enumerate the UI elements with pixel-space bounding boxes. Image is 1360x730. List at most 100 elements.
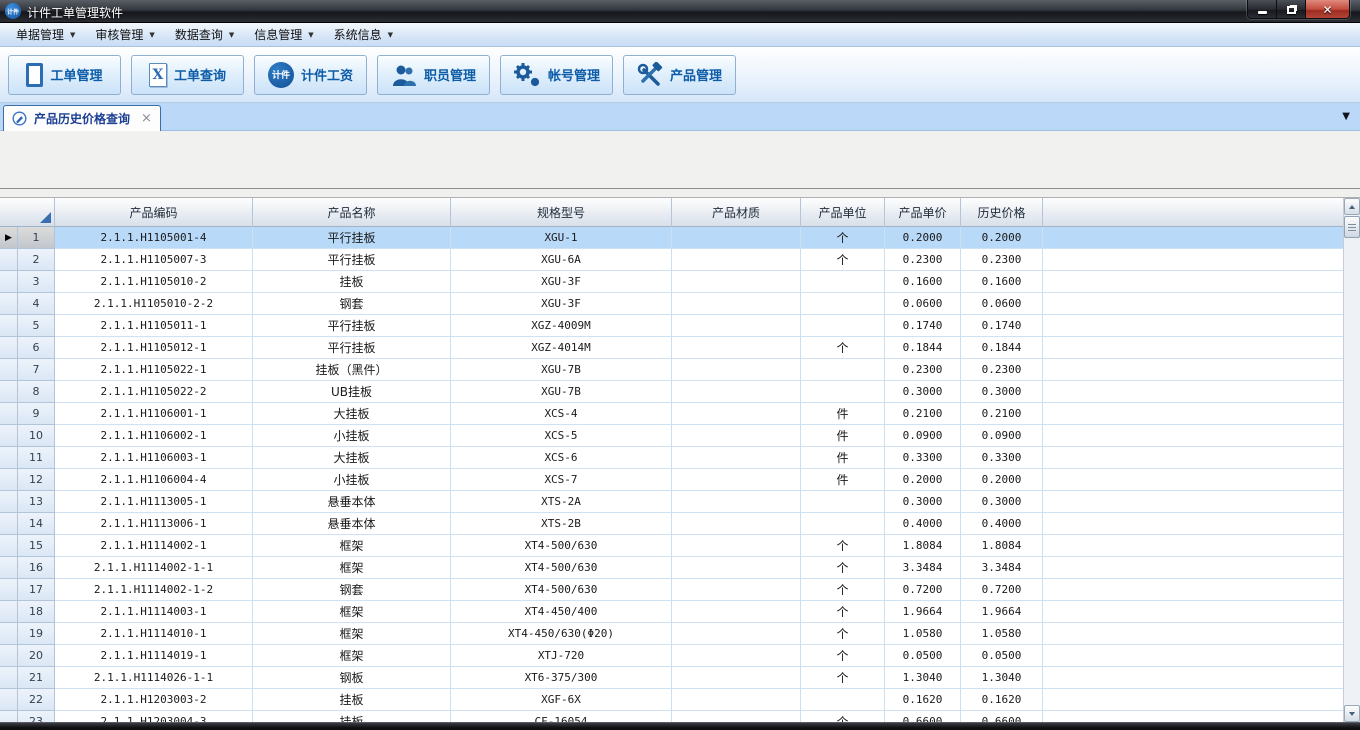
product-manage-button[interactable]: 产品管理 xyxy=(623,55,736,95)
cell-material[interactable] xyxy=(672,249,801,271)
workorder-manage-button[interactable]: 工单管理 xyxy=(8,55,121,95)
cell-material[interactable] xyxy=(672,293,801,315)
cell-material[interactable] xyxy=(672,315,801,337)
cell-product-name[interactable]: 框架 xyxy=(253,601,451,623)
cell-product-name[interactable]: 平行挂板 xyxy=(253,337,451,359)
row-number[interactable]: 4 xyxy=(18,293,55,315)
cell-unit[interactable]: 个 xyxy=(801,667,885,689)
cell-product-name[interactable]: 小挂板 xyxy=(253,469,451,491)
cell-history-price[interactable]: 1.8084 xyxy=(961,535,1043,557)
row-number[interactable]: 12 xyxy=(18,469,55,491)
cell-material[interactable] xyxy=(672,469,801,491)
cell-product-code[interactable]: 2.1.1.H1114026-1-1 xyxy=(55,667,253,689)
row-number[interactable]: 16 xyxy=(18,557,55,579)
cell-unit-price[interactable]: 0.4000 xyxy=(885,513,961,535)
menu-item[interactable]: 数据查询 ▼ xyxy=(165,23,244,46)
cell-spec-model[interactable]: XCS-4 xyxy=(451,403,672,425)
cell-spec-model[interactable]: XGU-3F xyxy=(451,293,672,315)
row-number[interactable]: 22 xyxy=(18,689,55,711)
cell-product-name[interactable]: 挂板（黑件） xyxy=(253,359,451,381)
cell-product-name[interactable]: 钢板 xyxy=(253,667,451,689)
cell-unit-price[interactable]: 0.0900 xyxy=(885,425,961,447)
piecework-wage-button[interactable]: 计件 计件工资 xyxy=(254,55,367,95)
table-row[interactable]: 10 2.1.1.H1106002-1 小挂板 XCS-5 件 0.0900 0… xyxy=(0,425,1343,447)
cell-unit[interactable] xyxy=(801,315,885,337)
row-number[interactable]: 3 xyxy=(18,271,55,293)
cell-unit[interactable]: 个 xyxy=(801,645,885,667)
cell-product-name[interactable]: 平行挂板 xyxy=(253,227,451,249)
cell-unit[interactable]: 个 xyxy=(801,623,885,645)
cell-unit[interactable]: 个 xyxy=(801,557,885,579)
grid-corner-cell[interactable] xyxy=(0,198,55,227)
account-manage-button[interactable]: 帐号管理 xyxy=(500,55,613,95)
cell-spec-model[interactable]: XGU-7B xyxy=(451,381,672,403)
cell-unit-price[interactable]: 0.1600 xyxy=(885,271,961,293)
cell-history-price[interactable]: 0.2300 xyxy=(961,359,1043,381)
cell-spec-model[interactable]: XCS-5 xyxy=(451,425,672,447)
column-header-price[interactable]: 产品单价 xyxy=(885,198,961,227)
cell-unit[interactable] xyxy=(801,513,885,535)
cell-unit-price[interactable]: 0.3300 xyxy=(885,447,961,469)
cell-material[interactable] xyxy=(672,579,801,601)
tab-product-history-price[interactable]: 产品历史价格查询 × xyxy=(3,105,161,131)
row-number[interactable]: 2 xyxy=(18,249,55,271)
cell-material[interactable] xyxy=(672,381,801,403)
scrollbar-thumb[interactable] xyxy=(1344,216,1360,238)
table-row[interactable]: 22 2.1.1.H1203003-2 挂板 XGF-6X 0.1620 0.1… xyxy=(0,689,1343,711)
menu-item[interactable]: 审核管理 ▼ xyxy=(85,23,164,46)
cell-unit[interactable] xyxy=(801,271,885,293)
cell-spec-model[interactable]: XCS-6 xyxy=(451,447,672,469)
cell-material[interactable] xyxy=(672,601,801,623)
row-number[interactable]: 23 xyxy=(18,711,55,722)
cell-unit-price[interactable]: 0.1620 xyxy=(885,689,961,711)
cell-product-name[interactable]: 框架 xyxy=(253,623,451,645)
cell-history-price[interactable]: 0.1740 xyxy=(961,315,1043,337)
cell-unit[interactable]: 件 xyxy=(801,403,885,425)
cell-unit-price[interactable]: 0.6600 xyxy=(885,711,961,722)
table-row[interactable]: 11 2.1.1.H1106003-1 大挂板 XCS-6 件 0.3300 0… xyxy=(0,447,1343,469)
cell-product-name[interactable]: 框架 xyxy=(253,645,451,667)
cell-material[interactable] xyxy=(672,689,801,711)
cell-history-price[interactable]: 0.6600 xyxy=(961,711,1043,722)
cell-history-price[interactable]: 0.1844 xyxy=(961,337,1043,359)
cell-unit[interactable]: 个 xyxy=(801,227,885,249)
table-row[interactable]: 15 2.1.1.H1114002-1 框架 XT4-500/630 个 1.8… xyxy=(0,535,1343,557)
table-row[interactable]: 9 2.1.1.H1106001-1 大挂板 XCS-4 件 0.2100 0.… xyxy=(0,403,1343,425)
column-header-code[interactable]: 产品编码 xyxy=(55,198,253,227)
cell-spec-model[interactable]: XT4-450/630(Φ20) xyxy=(451,623,672,645)
cell-product-code[interactable]: 2.1.1.H1105022-1 xyxy=(55,359,253,381)
cell-unit-price[interactable]: 0.3000 xyxy=(885,491,961,513)
row-number[interactable]: 13 xyxy=(18,491,55,513)
cell-history-price[interactable]: 0.3000 xyxy=(961,491,1043,513)
table-row[interactable]: 20 2.1.1.H1114019-1 框架 XTJ-720 个 0.0500 … xyxy=(0,645,1343,667)
cell-product-code[interactable]: 2.1.1.H1105022-2 xyxy=(55,381,253,403)
table-row[interactable]: 23 2.1.1.H1203004-3 挂板 CF-16054 个 0.6600… xyxy=(0,711,1343,722)
table-row[interactable]: ▶ 1 2.1.1.H1105001-4 平行挂板 XGU-1 个 0.2000… xyxy=(0,227,1343,249)
cell-unit-price[interactable]: 0.1740 xyxy=(885,315,961,337)
cell-product-name[interactable]: 平行挂板 xyxy=(253,249,451,271)
table-row[interactable]: 6 2.1.1.H1105012-1 平行挂板 XGZ-4014M 个 0.18… xyxy=(0,337,1343,359)
cell-material[interactable] xyxy=(672,403,801,425)
cell-product-name[interactable]: 小挂板 xyxy=(253,425,451,447)
table-row[interactable]: 3 2.1.1.H1105010-2 挂板 XGU-3F 0.1600 0.16… xyxy=(0,271,1343,293)
cell-unit[interactable]: 个 xyxy=(801,579,885,601)
cell-spec-model[interactable]: XT4-500/630 xyxy=(451,535,672,557)
cell-spec-model[interactable]: XGZ-4009M xyxy=(451,315,672,337)
cell-history-price[interactable]: 0.2300 xyxy=(961,249,1043,271)
cell-history-price[interactable]: 0.0500 xyxy=(961,645,1043,667)
cell-history-price[interactable]: 1.3040 xyxy=(961,667,1043,689)
cell-unit[interactable] xyxy=(801,491,885,513)
cell-product-code[interactable]: 2.1.1.H1114002-1-2 xyxy=(55,579,253,601)
table-row[interactable]: 2 2.1.1.H1105007-3 平行挂板 XGU-6A 个 0.2300 … xyxy=(0,249,1343,271)
cell-product-code[interactable]: 2.1.1.H1105012-1 xyxy=(55,337,253,359)
cell-product-name[interactable]: 大挂板 xyxy=(253,447,451,469)
cell-product-code[interactable]: 2.1.1.H1106001-1 xyxy=(55,403,253,425)
cell-product-name[interactable]: 挂板 xyxy=(253,711,451,722)
cell-unit[interactable] xyxy=(801,689,885,711)
cell-product-name[interactable]: 平行挂板 xyxy=(253,315,451,337)
cell-material[interactable] xyxy=(672,535,801,557)
table-row[interactable]: 4 2.1.1.H1105010-2-2 钢套 XGU-3F 0.0600 0.… xyxy=(0,293,1343,315)
cell-product-code[interactable]: 2.1.1.H1113005-1 xyxy=(55,491,253,513)
cell-unit-price[interactable]: 3.3484 xyxy=(885,557,961,579)
cell-spec-model[interactable]: XCS-7 xyxy=(451,469,672,491)
